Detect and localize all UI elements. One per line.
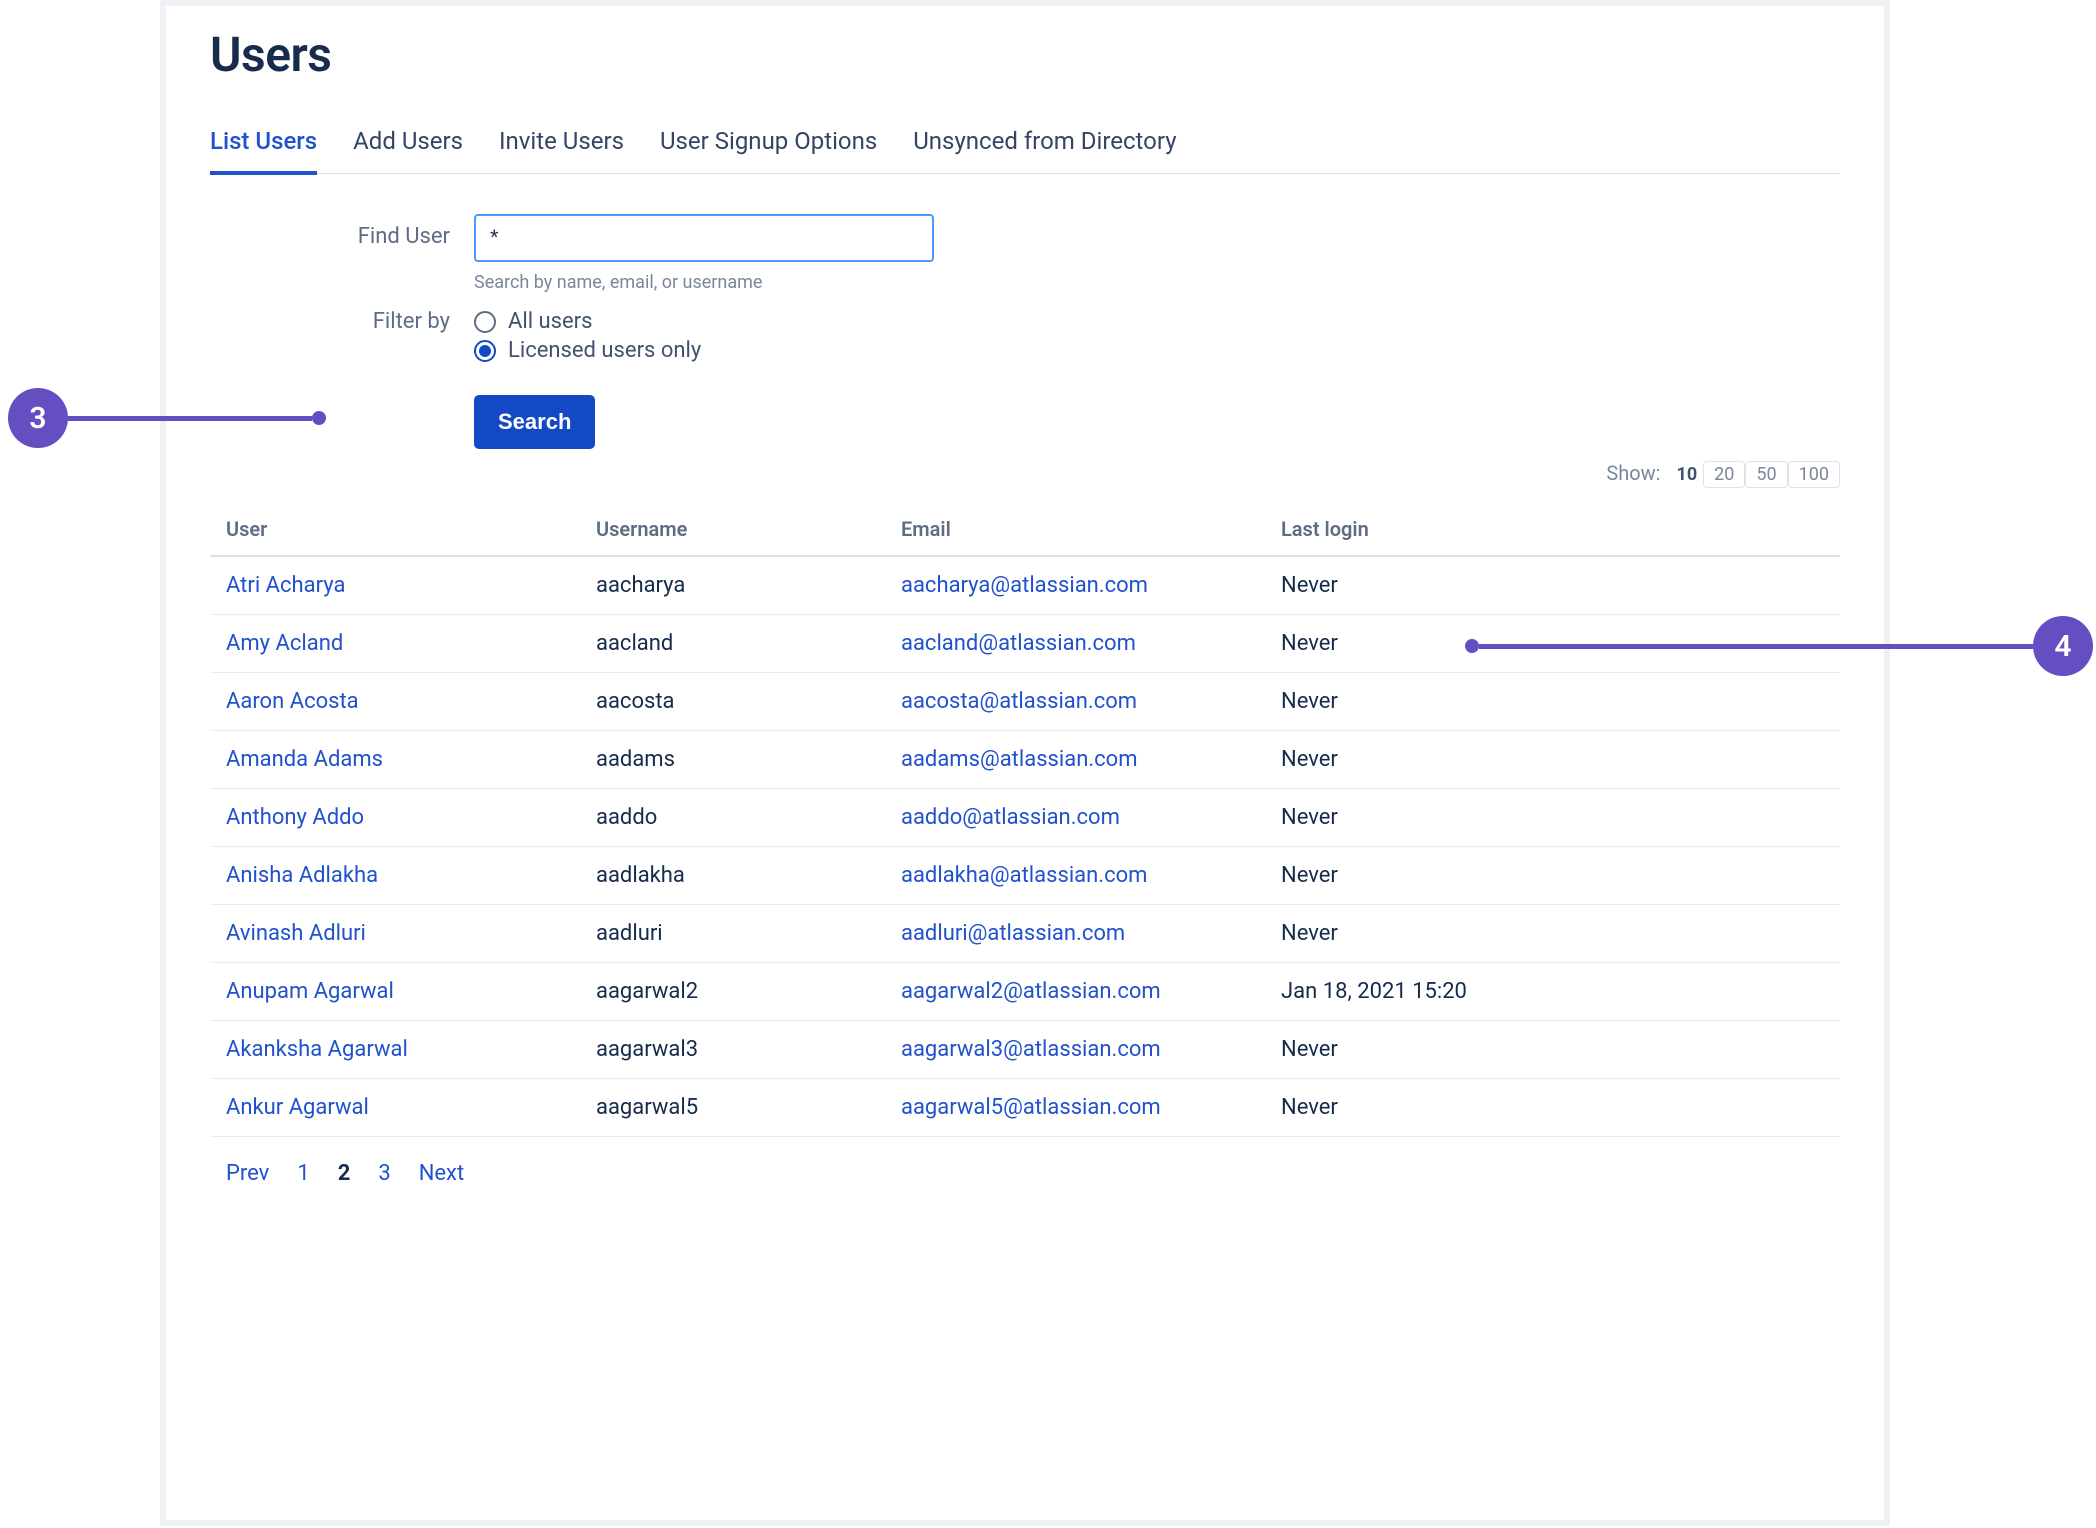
user-link[interactable]: Amanda Adams — [226, 747, 383, 772]
filter-by-row: Filter by All users Licensed users only — [210, 305, 1840, 367]
show-option-100[interactable]: 100 — [1788, 461, 1840, 488]
callout-3-line — [68, 416, 312, 421]
tab-user-signup-options[interactable]: User Signup Options — [660, 127, 877, 175]
user-link[interactable]: Atri Acharya — [226, 573, 345, 598]
radio-icon[interactable] — [474, 340, 496, 362]
email-link[interactable]: aadluri@atlassian.com — [901, 921, 1125, 946]
username-cell: aagarwal5 — [580, 1079, 885, 1137]
user-link[interactable]: Aaron Acosta — [226, 689, 359, 714]
table-row: Aaron Acosta aacosta aacosta@atlassian.com… — [210, 673, 1840, 731]
find-user-label: Find User — [210, 214, 474, 249]
users-panel: Users List Users Add Users Invite Users Use… — [210, 26, 1840, 1186]
pagination: Prev 1 2 3 Next — [210, 1161, 1840, 1186]
tab-invite-users[interactable]: Invite Users — [499, 127, 624, 175]
username-cell: aaddo — [580, 789, 885, 847]
page-3[interactable]: 3 — [378, 1161, 390, 1186]
username-cell: aagarwal3 — [580, 1021, 885, 1079]
username-cell: aadluri — [580, 905, 885, 963]
page-next[interactable]: Next — [419, 1161, 464, 1186]
username-cell: aacosta — [580, 673, 885, 731]
col-username[interactable]: Username — [580, 503, 885, 556]
user-link[interactable]: Anupam Agarwal — [226, 979, 394, 1004]
table-row: Anisha Adlakha aadlakha aadlakha@atlassian… — [210, 847, 1840, 905]
find-user-hint: Search by name, email, or username — [474, 272, 934, 293]
tab-add-users[interactable]: Add Users — [353, 127, 463, 175]
last-login-cell: Never — [1265, 1079, 1840, 1137]
tabs: List Users Add Users Invite Users User Sign… — [210, 127, 1840, 174]
page-title: Users — [210, 26, 1840, 83]
last-login-cell: Never — [1265, 905, 1840, 963]
table-header-row: User Username Email Last login — [210, 503, 1840, 556]
users-table: User Username Email Last login Atri Acha… — [210, 503, 1840, 1137]
radio-icon[interactable] — [474, 311, 496, 333]
last-login-cell: Never — [1265, 556, 1840, 615]
filter-option-0[interactable]: All users — [474, 309, 701, 334]
search-row: Search — [210, 379, 1840, 449]
callout-4-dot — [1465, 639, 1479, 653]
tab-list-users[interactable]: List Users — [210, 127, 317, 175]
username-cell: aadams — [580, 731, 885, 789]
find-user-row: Find User Search by name, email, or user… — [210, 214, 1840, 293]
table-row: Amanda Adams aadams aadams@atlassian.com Ne… — [210, 731, 1840, 789]
last-login-cell: Never — [1265, 789, 1840, 847]
table-row: Avinash Adluri aadluri aadluri@atlassian.c… — [210, 905, 1840, 963]
tab-unsynced-from-directory[interactable]: Unsynced from Directory — [913, 127, 1176, 175]
callout-4-line — [1479, 644, 2033, 649]
show-option-10[interactable]: 10 — [1671, 462, 1704, 487]
find-user-input[interactable] — [474, 214, 934, 262]
username-cell: aacharya — [580, 556, 885, 615]
callout-4-badge: 4 — [2033, 616, 2093, 676]
col-last-login[interactable]: Last login — [1265, 503, 1840, 556]
username-cell: aacland — [580, 615, 885, 673]
callout-3-badge: 3 — [8, 388, 68, 448]
table-row: Anthony Addo aaddo aaddo@atlassian.com Neve… — [210, 789, 1840, 847]
email-link[interactable]: aaddo@atlassian.com — [901, 805, 1120, 830]
filter-by-label: Filter by — [210, 305, 474, 334]
username-cell: aagarwal2 — [580, 963, 885, 1021]
callout-3-dot — [312, 411, 326, 425]
col-user[interactable]: User — [210, 503, 580, 556]
last-login-cell: Never — [1265, 731, 1840, 789]
user-link[interactable]: Avinash Adluri — [226, 921, 366, 946]
user-link[interactable]: Akanksha Agarwal — [226, 1037, 408, 1062]
callout-3: 3 — [8, 388, 326, 448]
callout-4: 4 — [1465, 616, 2093, 676]
show-option-20[interactable]: 20 — [1703, 461, 1745, 488]
show-option-50[interactable]: 50 — [1745, 461, 1787, 488]
show-row: Show: 102050100 — [210, 461, 1840, 485]
username-cell: aadlakha — [580, 847, 885, 905]
filter-option-label: All users — [508, 309, 592, 334]
last-login-cell: Never — [1265, 847, 1840, 905]
email-link[interactable]: aacharya@atlassian.com — [901, 573, 1148, 598]
last-login-cell: Never — [1265, 673, 1840, 731]
page-prev[interactable]: Prev — [226, 1161, 269, 1186]
filter-option-label: Licensed users only — [508, 338, 701, 363]
last-login-cell: Never — [1265, 1021, 1840, 1079]
email-link[interactable]: aagarwal2@atlassian.com — [901, 979, 1161, 1004]
email-link[interactable]: aadams@atlassian.com — [901, 747, 1138, 772]
email-link[interactable]: aacland@atlassian.com — [901, 631, 1136, 656]
email-link[interactable]: aagarwal5@atlassian.com — [901, 1095, 1161, 1120]
user-link[interactable]: Anthony Addo — [226, 805, 364, 830]
table-row: Anupam Agarwal aagarwal2 aagarwal2@atlassi… — [210, 963, 1840, 1021]
last-login-cell: Jan 18, 2021 15:20 — [1265, 963, 1840, 1021]
search-button[interactable]: Search — [474, 395, 595, 449]
table-row: Ankur Agarwal aagarwal5 aagarwal5@atlassia… — [210, 1079, 1840, 1137]
col-email[interactable]: Email — [885, 503, 1265, 556]
filter-option-1[interactable]: Licensed users only — [474, 338, 701, 363]
email-link[interactable]: aacosta@atlassian.com — [901, 689, 1137, 714]
email-link[interactable]: aagarwal3@atlassian.com — [901, 1037, 1161, 1062]
page-1[interactable]: 1 — [297, 1161, 309, 1186]
email-link[interactable]: aadlakha@atlassian.com — [901, 863, 1147, 888]
user-link[interactable]: Anisha Adlakha — [226, 863, 378, 888]
page-2: 2 — [338, 1161, 351, 1186]
user-link[interactable]: Amy Acland — [226, 631, 343, 656]
user-link[interactable]: Ankur Agarwal — [226, 1095, 369, 1120]
show-label: Show: — [1606, 461, 1660, 485]
table-row: Atri Acharya aacharya aacharya@atlassian.c… — [210, 556, 1840, 615]
table-row: Akanksha Agarwal aagarwal3 aagarwal3@atlas… — [210, 1021, 1840, 1079]
